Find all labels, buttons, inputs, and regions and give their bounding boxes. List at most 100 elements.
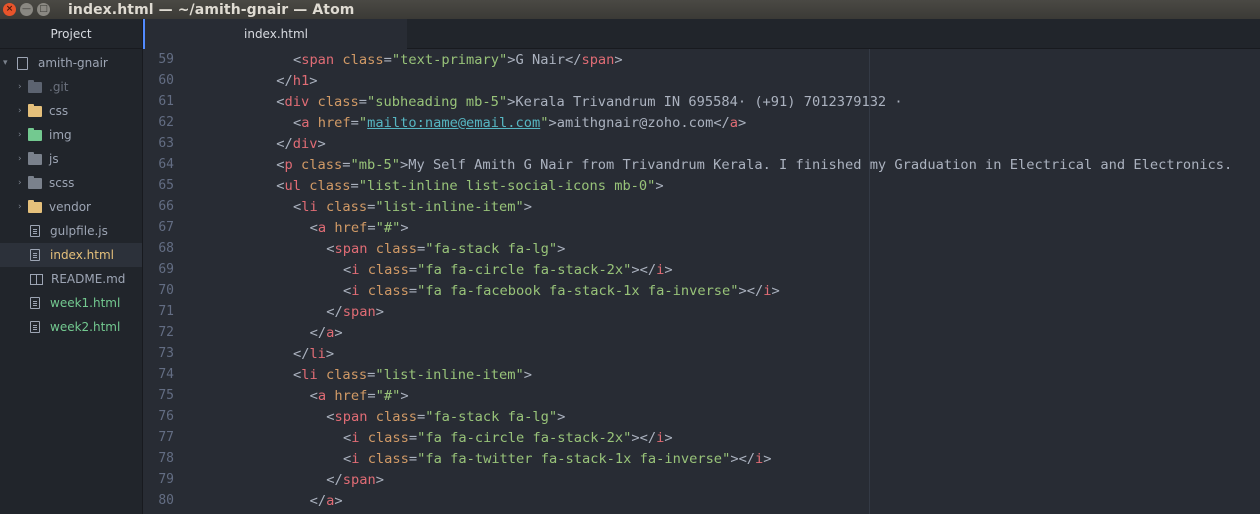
tree-folder-vendor[interactable]: › vendor [0,195,142,219]
code-text: <span class="fa-stack fa-lg"> [326,240,566,257]
tree-item-label: week2.html [50,320,121,334]
tree-folder-css[interactable]: › css [0,99,142,123]
tree-root-label: amith-gnair [38,56,108,70]
tree-item-label: README.md [51,272,126,286]
file-icon [30,225,40,237]
code-line: 72 </a> [143,322,1260,343]
line-number: 65 [158,178,174,193]
code-text: </span> [326,471,384,488]
code-line: 74 <li class="list-inline-item"> [143,364,1260,385]
chevron-right-icon: › [18,82,22,92]
folder-icon [28,103,42,117]
tree-item-label: css [49,104,69,118]
line-number: 70 [158,283,174,298]
folder-icon [28,199,42,213]
tree-folder-img[interactable]: › img [0,123,142,147]
tree-file-week2-html[interactable]: week2.html [0,315,142,339]
tab-index-html[interactable]: index.html [143,19,407,49]
code-line: 70 <i class="fa fa-facebook fa-stack-1x f… [143,280,1260,301]
line-number: 66 [158,199,174,214]
line-number: 59 [158,52,174,67]
file-tree: ▾ amith-gnair › .git › css › img › js › scss › vend… [0,49,142,339]
folder-icon [28,175,42,189]
code-line: 61 <div class="subheading mb-5">Kerala Tr… [143,91,1260,112]
chevron-right-icon: › [18,202,22,212]
minimize-window-button[interactable]: — [20,3,33,16]
code-line: 63 </div> [143,133,1260,154]
maximize-window-button[interactable]: □ [37,3,50,16]
tree-item-label: js [49,152,59,166]
line-number: 67 [158,220,174,235]
tree-file-readme-md[interactable]: README.md [0,267,142,291]
tree-item-label: gulpfile.js [50,224,108,238]
chevron-right-icon: › [18,178,22,188]
code-line: 71 </span> [143,301,1260,322]
code-text: <i class="fa fa-twitter fa-stack-1x fa-i… [342,450,772,467]
code-line: 68 <span class="fa-stack fa-lg"> [143,238,1260,259]
code-line: 67 <a href="#"> [143,217,1260,238]
code-text: <i class="fa fa-circle fa-stack-2x"></i> [342,261,673,278]
line-number: 68 [158,241,174,256]
tree-view: Project ▾ amith-gnair › .git › css › img › js › s… [0,19,143,514]
line-number: 69 [158,262,174,277]
project-panel-header[interactable]: Project [0,19,142,49]
tree-file-week1-html[interactable]: week1.html [0,291,142,315]
code-line: 65 <ul class="list-inline list-social-ico… [143,175,1260,196]
line-number: 75 [158,388,174,403]
tab-bar: index.html [143,19,1260,49]
file-icon [30,249,40,261]
chevron-down-icon: ▾ [3,58,8,68]
tree-item-label: img [49,128,72,142]
code-line: 60 </h1> [143,70,1260,91]
code-text: <div class="subheading mb-5">Kerala Triv… [276,93,903,110]
line-number: 76 [158,409,174,424]
line-number: 77 [158,430,174,445]
code-text: <span class="fa-stack fa-lg"> [326,408,566,425]
close-window-button[interactable]: × [3,3,16,16]
book-icon [30,273,43,285]
code-text: </span> [326,303,384,320]
code-editor[interactable]: 59 <span class="text-primary">G Nair</spa… [143,49,1260,514]
code-line: 78 <i class="fa fa-twitter fa-stack-1x fa… [143,448,1260,469]
code-line: 76 <span class="fa-stack fa-lg"> [143,406,1260,427]
folder-icon [28,79,42,93]
code-text: <ul class="list-inline list-social-icons… [276,177,664,194]
code-line: 69 <i class="fa fa-circle fa-stack-2x"></… [143,259,1260,280]
tree-file-gulpfile-js[interactable]: gulpfile.js [0,219,142,243]
code-line: 80 </a> [143,490,1260,511]
chevron-right-icon: › [18,106,22,116]
code-text: <a href="#"> [309,387,409,404]
folder-icon [28,127,42,141]
file-icon [30,297,40,309]
tree-item-label: week1.html [50,296,121,310]
tree-folder-git[interactable]: › .git [0,75,142,99]
chevron-right-icon: › [18,154,22,164]
code-line: 66 <li class="list-inline-item"> [143,196,1260,217]
code-line: 59 <span class="text-primary">G Nair</spa… [143,49,1260,70]
code-text: <p class="mb-5">My Self Amith G Nair fro… [276,156,1233,173]
chevron-right-icon: › [18,130,22,140]
code-line: 62 <a href="mailto:name@email.com">amithg… [143,112,1260,133]
code-text: <span class="text-primary">G Nair</span> [292,51,623,68]
tree-item-label: scss [49,176,75,190]
tree-folder-scss[interactable]: › scss [0,171,142,195]
tree-folder-js[interactable]: › js [0,147,142,171]
code-line: 73 </li> [143,343,1260,364]
tree-item-label: index.html [50,248,114,262]
tree-root-folder[interactable]: ▾ amith-gnair [0,51,142,75]
title-bar: × — □ index.html — ~/amith-gnair — Atom [0,0,1260,19]
tree-file-index-html[interactable]: index.html [0,243,142,267]
line-number: 63 [158,136,174,151]
line-number: 78 [158,451,174,466]
line-number: 61 [158,94,174,109]
line-number: 80 [158,493,174,508]
code-text: <i class="fa fa-facebook fa-stack-1x fa-… [342,282,780,299]
code-line: 77 <i class="fa fa-circle fa-stack-2x"></… [143,427,1260,448]
code-text: </h1> [276,72,318,89]
code-text: <a href="#"> [309,219,409,236]
line-number: 62 [158,115,174,130]
line-number: 71 [158,304,174,319]
code-line: 75 <a href="#"> [143,385,1260,406]
code-text: </li> [292,345,335,362]
line-number: 72 [158,325,174,340]
